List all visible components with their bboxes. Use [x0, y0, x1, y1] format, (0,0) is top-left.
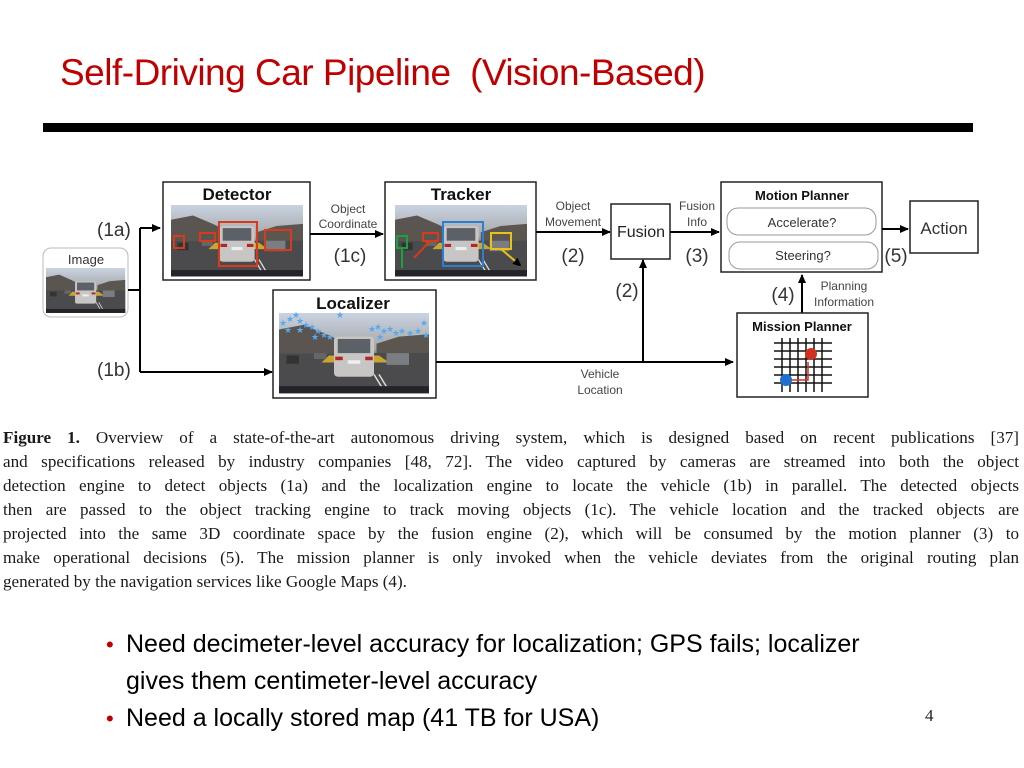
feature-star-icon: ★	[311, 332, 319, 342]
figure-caption: Figure 1. Overview of a state-of-the-art…	[3, 426, 1019, 594]
detector-title: Detector	[203, 185, 272, 204]
object-coordinate-label-line2: Coordinate	[319, 217, 378, 231]
caption-line: make operational decisions (5). The miss…	[3, 548, 1019, 567]
feature-star-icon: ★	[336, 310, 344, 320]
bullet-item: • Need a locally stored map (41 TB for U…	[104, 700, 984, 737]
bullet-text-line: gives them centimeter-level accuracy	[126, 667, 538, 695]
feature-star-icon: ★	[406, 328, 414, 338]
page-number: 4	[925, 706, 934, 725]
image-input-node: Image	[42, 247, 129, 318]
tracker-title: Tracker	[431, 185, 492, 204]
mission-planner-node: Mission Planner	[736, 312, 869, 398]
route-start-marker	[780, 374, 792, 386]
image-label: Image	[68, 252, 104, 267]
localizer-node: Localizer ★★★★★★★★★★ ★★★★★★★★★ ★ ★★★★	[272, 289, 437, 399]
slide-title: Self-Driving Car Pipeline (Vision-Based)	[60, 52, 706, 93]
edge-label-2-side: (2)	[615, 281, 638, 302]
feature-star-icon: ★	[296, 325, 304, 335]
object-movement-label-line1: Object	[556, 199, 591, 213]
bullet-text-line: Need decimeter-level accuracy for locali…	[126, 630, 860, 658]
mission-planner-title: Mission Planner	[752, 319, 852, 334]
figure-label: Figure 1.	[3, 428, 80, 447]
fusion-label: Fusion	[617, 224, 665, 241]
caption-line: Figure 1. Overview of a state-of-the-art…	[3, 428, 1019, 447]
title-divider	[43, 123, 973, 132]
bullet-dot-icon: •	[106, 632, 114, 657]
planning-info-label-line1: Planning	[821, 279, 868, 293]
bullet-list: • Need decimeter-level accuracy for loca…	[104, 626, 984, 737]
tracker-node: Tracker	[384, 181, 537, 281]
edge-label-5: (5)	[884, 246, 907, 267]
edge-label-1b: (1b)	[97, 360, 131, 381]
edge-label-3: (3)	[685, 246, 708, 267]
vehicle-location-label-line2: Location	[577, 383, 622, 397]
planning-info-label-line2: Information	[814, 295, 874, 309]
bullet-dot-icon: •	[106, 706, 114, 731]
feature-star-icon: ★	[284, 325, 292, 335]
fusion-node: Fusion	[610, 203, 671, 260]
motion-planner-title: Motion Planner	[755, 188, 849, 203]
caption-line: detection engine to detect objects (1a) …	[3, 476, 1019, 495]
bullet-item: • Need decimeter-level accuracy for loca…	[104, 626, 984, 700]
feature-star-icon: ★	[422, 330, 430, 340]
caption-line: and specifications released by industry …	[3, 452, 1019, 471]
caption-line: generated by the navigation services lik…	[3, 572, 407, 591]
localizer-title: Localizer	[316, 294, 390, 313]
feature-star-icon: ★	[420, 318, 428, 328]
steering-label: Steering?	[775, 248, 831, 263]
action-label: Action	[920, 219, 967, 238]
edge-label-1a: (1a)	[97, 220, 131, 241]
edge-label-4: (4)	[771, 285, 794, 306]
feature-star-icon: ★	[376, 332, 384, 342]
detector-node: Detector	[162, 181, 311, 281]
bullet-text-line: Need a locally stored map (41 TB for USA…	[126, 704, 600, 732]
action-node: Action	[909, 200, 979, 254]
object-coordinate-label-line1: Object	[331, 202, 366, 216]
accelerate-label: Accelerate?	[768, 215, 837, 230]
motion-planner-node: Motion Planner Accelerate? Steering?	[720, 181, 883, 273]
vehicle-location-label-line1: Vehicle	[581, 367, 620, 381]
fusion-info-label-line2: Info	[687, 215, 707, 229]
input-camera-frame	[45, 267, 126, 314]
pipeline-diagram: Image (1a) (1b) Detector Object Coordina…	[42, 181, 979, 399]
caption-line: then are passed to the object tracking e…	[3, 500, 1019, 519]
edge-label-1c: (1c)	[334, 246, 367, 267]
route-goal-marker	[805, 348, 817, 360]
feature-star-icon: ★	[398, 326, 406, 336]
edge-label-2-top: (2)	[561, 246, 584, 267]
object-movement-label-line2: Movement	[545, 215, 602, 229]
feature-star-icon: ★	[326, 332, 334, 342]
fusion-info-label-line1: Fusion	[679, 199, 715, 213]
caption-line: projected into the same 3D coordinate sp…	[3, 524, 1019, 543]
